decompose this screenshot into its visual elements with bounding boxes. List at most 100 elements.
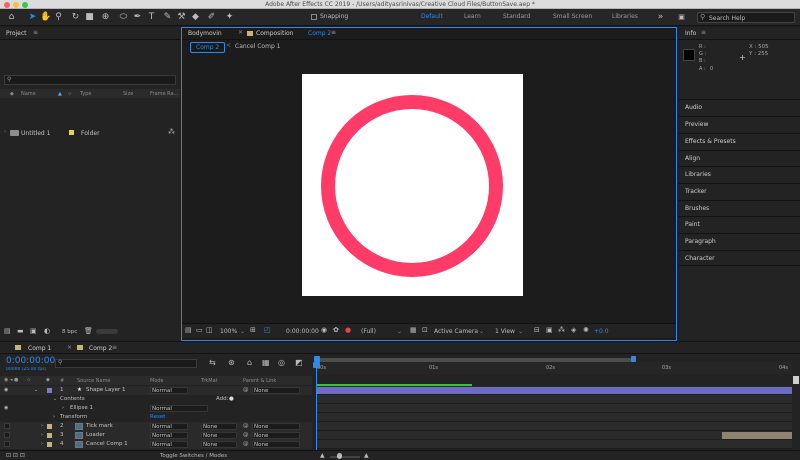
layer-duration-bar[interactable] [317, 387, 792, 394]
layer-name[interactable]: Tick mark [86, 423, 113, 429]
chevron-down-icon[interactable]: ⌄ [397, 328, 402, 335]
panel-brushes[interactable]: Brushes [679, 200, 800, 216]
col-mode[interactable]: Mode [150, 378, 164, 384]
panel-effects-presets[interactable]: Effects & Presets [679, 133, 800, 149]
monitor-icon[interactable]: ▭ [196, 326, 203, 334]
pen-tool-icon[interactable]: ✒ [132, 12, 143, 23]
panel-align[interactable]: Align [679, 150, 800, 166]
always-preview-icon[interactable]: ▤ [185, 326, 192, 334]
mode-select[interactable]: Normal [150, 423, 188, 430]
resolution-select[interactable]: (Full) [361, 328, 376, 335]
breadcrumb-comp-2[interactable]: Comp 2 [190, 42, 226, 53]
col-type[interactable]: Type [80, 91, 91, 97]
camera-tool-icon[interactable]: ■ [84, 12, 95, 23]
zoom-out-icon[interactable]: ▲ [320, 452, 325, 459]
hand-tool-icon[interactable]: ✋ [40, 12, 51, 23]
property-group-name[interactable]: Transform [60, 414, 87, 420]
table-row[interactable]: › 3 Loader Normal None @ None [0, 431, 312, 440]
time-zoom-slider[interactable] [330, 456, 360, 458]
eye-toggle[interactable] [4, 441, 10, 447]
selection-tool-icon[interactable]: ➤ [27, 12, 38, 23]
chevron-right-icon[interactable]: › [41, 441, 43, 447]
layer-track[interactable] [317, 386, 792, 395]
timeline-icon[interactable]: ▣ [546, 326, 553, 334]
transparency-grid-icon[interactable]: ▦ [410, 326, 417, 334]
chevron-right-icon[interactable]: › [53, 414, 55, 420]
panel-tracker[interactable]: Tracker [679, 183, 800, 199]
panel-preview[interactable]: Preview [679, 116, 800, 132]
mode-select[interactable]: Normal [150, 441, 188, 448]
current-time-display[interactable]: 0:00:00:00 [286, 328, 319, 335]
panel-audio[interactable]: Audio [679, 99, 800, 115]
eraser-tool-icon[interactable]: ◆ [190, 12, 201, 23]
magnification-select[interactable]: 100% [220, 328, 237, 335]
col-number[interactable]: # [60, 378, 64, 384]
mode-select[interactable]: Normal [150, 387, 188, 394]
chevron-down-icon[interactable]: ⌄ [518, 328, 523, 335]
fast-preview-icon[interactable]: ⊡ [422, 326, 428, 334]
table-row[interactable]: › Transform Reset [0, 413, 312, 422]
trkmat-select[interactable]: None [201, 423, 237, 430]
view-layout-select[interactable]: 1 View [495, 328, 515, 335]
pickwhip-icon[interactable]: @ [243, 432, 249, 438]
chevron-down-icon[interactable]: ⌄ [240, 328, 245, 335]
playhead-handle[interactable] [313, 362, 320, 368]
show-snapshot-icon[interactable]: ✿ [333, 326, 339, 334]
property-group-name[interactable]: Contents [60, 396, 85, 402]
time-ruler[interactable]: 00s 01s 02s 03s 04s [317, 362, 792, 374]
workspace-panel-icon[interactable]: ▣ [676, 12, 687, 23]
layer-name[interactable]: Shape Layer 1 [86, 387, 126, 393]
eye-toggle[interactable] [4, 423, 10, 429]
bit-depth-button[interactable]: 8 bpc [62, 329, 77, 335]
clone-stamp-tool-icon[interactable]: ⚒ [176, 12, 187, 23]
table-row[interactable]: ◉ › Ellipse 1 Normal [0, 404, 312, 413]
parent-select[interactable]: None [252, 423, 300, 430]
grid-icon[interactable]: ⊞ [250, 326, 256, 334]
layer-name[interactable]: Loader [86, 432, 105, 438]
graph-editor-icon[interactable]: ◩ [295, 358, 303, 367]
time-zoom-handle[interactable] [337, 453, 342, 459]
timeline-current-time[interactable]: 0:00:00:00 [6, 356, 55, 366]
layer-track[interactable] [317, 440, 792, 449]
reset-exposure-icon[interactable]: ✺ [583, 326, 589, 334]
chevron-down-icon[interactable]: ⌄ [34, 387, 38, 393]
new-folder-icon[interactable]: ▬ [17, 327, 24, 335]
channel-icon[interactable]: ● [345, 326, 351, 334]
type-tool-icon[interactable]: T [146, 12, 157, 23]
trkmat-select[interactable]: None [201, 441, 237, 448]
camera-snapshot-icon[interactable]: ◉ [321, 326, 327, 334]
flowchart-icon[interactable]: ⁂ [168, 128, 175, 136]
eye-icon[interactable]: ◉ [4, 387, 8, 393]
panel-menu-icon[interactable]: ≡ [33, 29, 38, 36]
eye-toggle[interactable] [4, 432, 10, 438]
pan-behind-tool-icon[interactable]: ⊕ [100, 12, 111, 23]
close-tab-icon[interactable]: × [67, 344, 72, 351]
search-help-input[interactable]: ⚲ Search Help [697, 12, 795, 23]
new-comp-icon[interactable]: ▣ [30, 327, 37, 335]
roto-brush-tool-icon[interactable]: ✐ [206, 12, 217, 23]
mask-visibility-icon[interactable]: ◫ [206, 326, 213, 334]
eye-icon[interactable]: ◉ [4, 405, 8, 411]
blend-mode-select[interactable]: Normal [150, 405, 208, 412]
parent-select[interactable]: None [252, 387, 300, 394]
pickwhip-icon[interactable]: @ [243, 423, 249, 429]
workspace-default[interactable]: Default [421, 13, 443, 20]
layer-color-swatch[interactable] [47, 388, 52, 393]
ellipse-shape[interactable] [302, 74, 523, 296]
adjust-icon[interactable]: ◐ [44, 327, 50, 335]
brush-tool-icon[interactable]: ✎ [162, 12, 173, 23]
layer-color-swatch[interactable] [47, 433, 52, 438]
close-tab-icon[interactable]: × [238, 29, 243, 36]
timeline-search-input[interactable]: ⚲ [55, 359, 197, 368]
draft-3d-icon[interactable]: ⊛ [228, 358, 235, 367]
pickwhip-icon[interactable]: @ [243, 387, 249, 393]
home-icon[interactable]: ⌂ [6, 12, 17, 23]
timeline-tab-comp-1[interactable]: Comp 1 [28, 345, 51, 352]
col-parent-link[interactable]: Parent & Link [243, 378, 276, 384]
breadcrumb-cancel-comp-1[interactable]: Cancel Comp 1 [235, 43, 280, 50]
panel-menu-icon[interactable]: ≡ [701, 29, 706, 36]
composition-mini-flowchart-icon[interactable]: ⇆ [209, 358, 216, 367]
layer-name[interactable]: Cancel Comp 1 [86, 441, 128, 447]
tab-bodymovin[interactable]: Bodymovin [188, 30, 222, 37]
ellipse-tool-icon[interactable]: ⬭ [118, 12, 129, 23]
